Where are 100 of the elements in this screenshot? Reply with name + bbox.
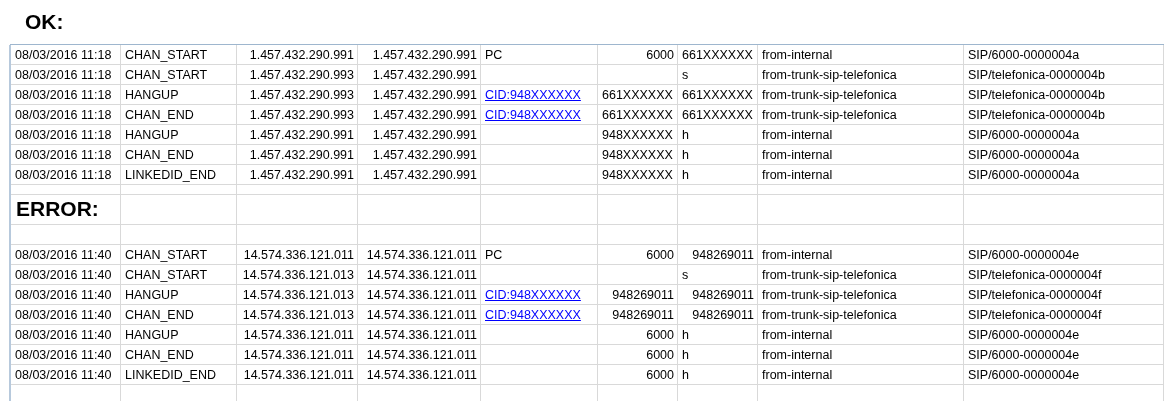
table-cell: 948269011 xyxy=(598,305,678,325)
table-cell: 1.457.432.290.991 xyxy=(237,45,358,65)
table-cell: SIP/telefonica-0000004f xyxy=(964,265,1164,285)
table-cell: 1.457.432.290.991 xyxy=(358,145,481,165)
table-cell: HANGUP xyxy=(121,285,237,305)
table-cell: 08/03/2016 11:40 xyxy=(11,345,121,365)
table-cell: SIP/6000-0000004e xyxy=(964,325,1164,345)
link[interactable]: CID:948XXXXXX xyxy=(485,88,581,102)
table-cell: 08/03/2016 11:18 xyxy=(11,125,121,145)
link[interactable]: CID:948XXXXXX xyxy=(485,288,581,302)
table-cell: 14.574.336.121.011 xyxy=(237,325,358,345)
table-cell: from-internal xyxy=(758,365,964,385)
table-cell: 6000 xyxy=(598,245,678,265)
table-cell: 14.574.336.121.011 xyxy=(358,245,481,265)
table-cell: 08/03/2016 11:40 xyxy=(11,245,121,265)
table-cell: 948XXXXXX xyxy=(598,125,678,145)
table-cell: SIP/telefonica-0000004b xyxy=(964,85,1164,105)
table-cell: from-internal xyxy=(758,245,964,265)
table-cell: SIP/telefonica-0000004f xyxy=(964,305,1164,325)
table-cell: h xyxy=(678,145,758,165)
table-cell: 948XXXXXX xyxy=(598,165,678,185)
table-cell: 08/03/2016 11:40 xyxy=(11,325,121,345)
table-cell: 948XXXXXX xyxy=(598,145,678,165)
table-cell: 14.574.336.121.011 xyxy=(358,345,481,365)
table-cell: 1.457.432.290.991 xyxy=(358,45,481,65)
table-cell: CHAN_END xyxy=(121,145,237,165)
table-cell: from-internal xyxy=(758,125,964,145)
table-cell: 661XXXXXX xyxy=(678,85,758,105)
table-cell: 08/03/2016 11:40 xyxy=(11,265,121,285)
table-cell: 08/03/2016 11:40 xyxy=(11,305,121,325)
table-cell: HANGUP xyxy=(121,125,237,145)
table-cell: 08/03/2016 11:18 xyxy=(11,105,121,125)
table-cell: 08/03/2016 11:18 xyxy=(11,165,121,185)
table-cell: 14.574.336.121.011 xyxy=(237,365,358,385)
table-cell: 1.457.432.290.991 xyxy=(358,65,481,85)
table-cell: SIP/6000-0000004e xyxy=(964,365,1164,385)
table-cell: 1.457.432.290.991 xyxy=(358,125,481,145)
table-cell: 948269011 xyxy=(678,305,758,325)
table-cell: 1.457.432.290.993 xyxy=(237,105,358,125)
table-cell: 6000 xyxy=(598,325,678,345)
table-cell: HANGUP xyxy=(121,85,237,105)
table-cell: from-trunk-sip-telefonica xyxy=(758,305,964,325)
table-cell: 08/03/2016 11:40 xyxy=(11,285,121,305)
table-cell: from-internal xyxy=(758,45,964,65)
table-cell: 1.457.432.290.991 xyxy=(237,145,358,165)
link[interactable]: CID:948XXXXXX xyxy=(485,108,581,122)
table-cell: from-trunk-sip-telefonica xyxy=(758,65,964,85)
table-cell: 948269011 xyxy=(598,285,678,305)
table-cell: 1.457.432.290.991 xyxy=(358,105,481,125)
table-cell: 08/03/2016 11:40 xyxy=(11,365,121,385)
table-cell: from-trunk-sip-telefonica xyxy=(758,105,964,125)
link[interactable]: CID:948XXXXXX xyxy=(485,308,581,322)
table-cell: 6000 xyxy=(598,345,678,365)
table-cell: from-internal xyxy=(758,325,964,345)
table-cell: CHAN_START xyxy=(121,245,237,265)
table-cell: 948269011 xyxy=(678,245,758,265)
table-cell: from-internal xyxy=(758,345,964,365)
table-cell: from-trunk-sip-telefonica xyxy=(758,285,964,305)
table-cell: 1.457.432.290.991 xyxy=(358,85,481,105)
table-cell: LINKEDID_END xyxy=(121,365,237,385)
table-cell: h xyxy=(678,325,758,345)
table-cell: 948269011 xyxy=(678,285,758,305)
table-cell: CHAN_START xyxy=(121,265,237,285)
table-cell: 661XXXXXX xyxy=(598,105,678,125)
section-title: ERROR: xyxy=(16,196,99,221)
table-cell: s xyxy=(678,265,758,285)
table-cell: from-trunk-sip-telefonica xyxy=(758,85,964,105)
table-cell: 14.574.336.121.013 xyxy=(237,285,358,305)
table-cell: 6000 xyxy=(598,365,678,385)
table-cell: 14.574.336.121.013 xyxy=(237,305,358,325)
table-cell: 6000 xyxy=(598,45,678,65)
table-cell: 661XXXXXX xyxy=(598,85,678,105)
table-cell: 14.574.336.121.013 xyxy=(237,265,358,285)
table-cell: 14.574.336.121.011 xyxy=(237,345,358,365)
table-cell: SIP/6000-0000004e xyxy=(964,345,1164,365)
table-cell: h xyxy=(678,125,758,145)
table-cell: 14.574.336.121.011 xyxy=(358,305,481,325)
table-cell: SIP/6000-0000004a xyxy=(964,145,1164,165)
table-cell: 14.574.336.121.011 xyxy=(237,245,358,265)
table-cell: from-internal xyxy=(758,165,964,185)
table-cell: 14.574.336.121.011 xyxy=(358,325,481,345)
table-cell: SIP/6000-0000004a xyxy=(964,125,1164,145)
table-cell: HANGUP xyxy=(121,325,237,345)
table-cell: from-trunk-sip-telefonica xyxy=(758,265,964,285)
table-cell: h xyxy=(678,345,758,365)
table-cell: 14.574.336.121.011 xyxy=(358,265,481,285)
table-cell: 14.574.336.121.011 xyxy=(358,285,481,305)
table-cell: from-internal xyxy=(758,145,964,165)
section-title: OK: xyxy=(25,10,64,34)
table-cell: CHAN_END xyxy=(121,345,237,365)
table-cell: SIP/telefonica-0000004f xyxy=(964,285,1164,305)
table-cell: 08/03/2016 11:18 xyxy=(11,85,121,105)
table-cell: 08/03/2016 11:18 xyxy=(11,65,121,85)
table-cell: 661XXXXXX xyxy=(678,105,758,125)
table-cell: 08/03/2016 11:18 xyxy=(11,45,121,65)
table-cell: CHAN_START xyxy=(121,65,237,85)
table-cell: CHAN_END xyxy=(121,105,237,125)
table-cell: 1.457.432.290.993 xyxy=(237,85,358,105)
table-cell: SIP/telefonica-0000004b xyxy=(964,105,1164,125)
table-cell: h xyxy=(678,165,758,185)
